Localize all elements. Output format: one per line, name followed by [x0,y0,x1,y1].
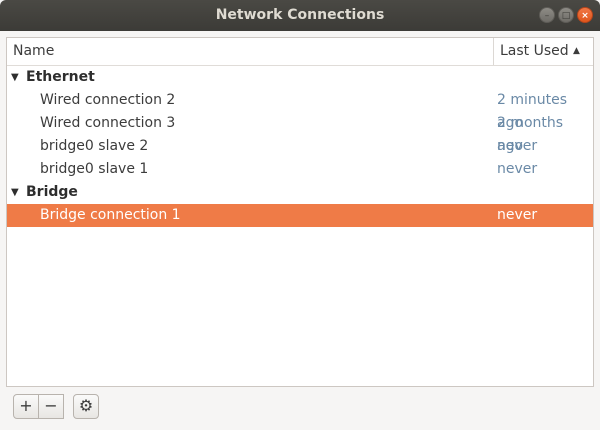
list-item[interactable]: bridge0 slave 2 never [7,135,593,158]
expander-down-icon[interactable]: ▼ [11,181,19,204]
connection-name: Wired connection 2 [40,92,176,108]
minimize-button[interactable]: – [539,7,555,23]
connection-last-used: never [497,138,538,154]
list-item[interactable]: Wired connection 3 2 months ago [7,112,593,154]
column-header-name[interactable]: Name [13,43,54,59]
gear-icon: ⚙ [78,396,94,415]
network-connections-window: Network Connections – □ × Name Last Used… [0,0,600,430]
titlebar: Network Connections – □ × [0,0,600,31]
group-label: Bridge [26,184,78,200]
group-label: Ethernet [26,69,95,85]
column-header-last-used[interactable]: Last Used [500,43,569,59]
list-header: Name Last Used ▲ [7,38,593,66]
list-item[interactable]: bridge0 slave 1 never [7,158,593,181]
connection-name: bridge0 slave 1 [40,161,149,177]
minus-icon: − [44,396,58,415]
plus-icon: + [19,396,33,415]
list-item[interactable]: Wired connection 2 2 minutes ago [7,89,593,131]
edit-connection-button[interactable]: ⚙ [73,394,99,419]
window-title: Network Connections [215,7,385,23]
expander-down-icon[interactable]: ▼ [11,66,19,89]
list-item-selected[interactable]: Bridge connection 1 never [7,204,593,227]
maximize-button[interactable]: □ [558,7,574,23]
column-separator[interactable] [493,38,494,65]
connection-name: Wired connection 3 [40,115,176,131]
connection-name: Bridge connection 1 [40,207,181,223]
remove-connection-button[interactable]: − [38,394,64,419]
connections-list[interactable]: Name Last Used ▲ ▼ Ethernet Wired connec… [6,37,594,387]
group-row-ethernet[interactable]: ▼ Ethernet [7,66,593,89]
group-row-bridge[interactable]: ▼ Bridge [7,181,593,204]
connection-last-used: never [497,161,538,177]
connection-name: bridge0 slave 2 [40,138,149,154]
close-button[interactable]: × [577,7,593,23]
add-connection-button[interactable]: + [13,394,39,419]
connection-last-used: never [497,207,538,223]
sort-ascending-icon: ▲ [573,46,580,56]
